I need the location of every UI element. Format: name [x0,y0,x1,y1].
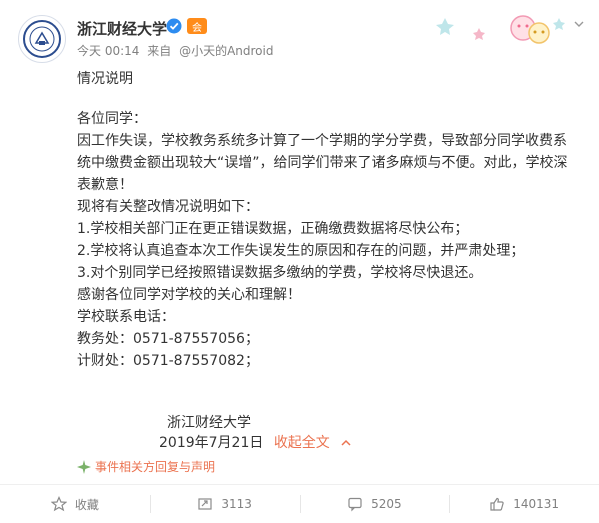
source-prefix: 来自 [147,44,172,58]
like-button[interactable]: 140131 [449,485,599,523]
thumbs-up-icon [489,496,505,512]
chevron-up-icon[interactable] [340,437,352,449]
comment-icon [347,496,363,512]
post-meta: 今天 00:14 来自 @小天的Android [77,42,277,59]
post-title: 情况说明 [77,71,133,87]
verified-badge-icon[interactable] [166,18,182,34]
repost-icon [197,496,213,512]
username[interactable]: 浙江财经大学 [77,18,167,39]
action-bar: 收藏 3113 5205 140131 [0,485,599,523]
intro-line: 现将有关整改情况说明如下： [77,199,259,215]
related-statement-link[interactable]: 事件相关方回复与声明 [77,458,215,475]
star-icon [50,496,67,512]
contact-title: 学校联系电话： [77,309,175,325]
post-time[interactable]: 今天 00:14 [77,44,139,58]
favorite-label[interactable]: 收藏 [75,496,99,513]
chevron-down-icon[interactable] [573,18,585,30]
post-date: 2019年7月21日 [159,435,264,451]
sparkle-icon [77,459,91,474]
contact-line: 教务处：0571-87557056； [77,331,259,347]
repost-count[interactable]: 3113 [221,497,252,511]
signature: 浙江财经大学 [167,415,251,431]
favorite-button[interactable]: 收藏 [0,485,150,523]
weibo-post-card: 浙江财经大学 会 今天 00:14 来自 @小天的Android 情况说明 各位… [0,0,599,523]
decorative-stars-cats-icon [436,15,565,44]
related-label[interactable]: 事件相关方回复与声明 [95,458,215,475]
list-item: 2.学校将认真追查本次工作失误发生的原因和存在的问题，并严肃处理； [77,243,525,259]
source-client[interactable]: @小天的Android [179,44,273,58]
repost-button[interactable]: 3113 [149,485,300,523]
paragraph-apology: 因工作失误，学校教务系统多计算了一个学期的学分学费，导致部分同学收费系统中缴费金… [77,133,568,193]
list-item: 1.学校相关部门正在更正错误数据，正确缴费数据将尽快公布； [77,221,469,237]
post-content: 情况说明 各位同学： 因工作失误，学校教务系统多计算了一个学期的学分学费，导致部… [77,68,577,372]
avatar[interactable] [18,15,66,63]
comment-button[interactable]: 5205 [299,485,450,523]
greeting: 各位同学： [77,111,147,127]
vip-badge-icon[interactable]: 会 [187,18,207,34]
thanks-line: 感谢各位同学对学校的关心和理解！ [77,287,301,303]
date-line: 2019年7月21日 收起全文 [159,432,352,454]
list-item: 3.对个别同学已经按照错误数据多缴纳的学费，学校将尽快退还。 [77,265,483,281]
collapse-button[interactable]: 收起全文 [274,435,330,451]
contact-line: 计财处：0571-87557082； [77,353,259,369]
university-logo-icon [23,20,61,58]
comment-count[interactable]: 5205 [371,497,402,511]
like-count[interactable]: 140131 [513,497,559,511]
